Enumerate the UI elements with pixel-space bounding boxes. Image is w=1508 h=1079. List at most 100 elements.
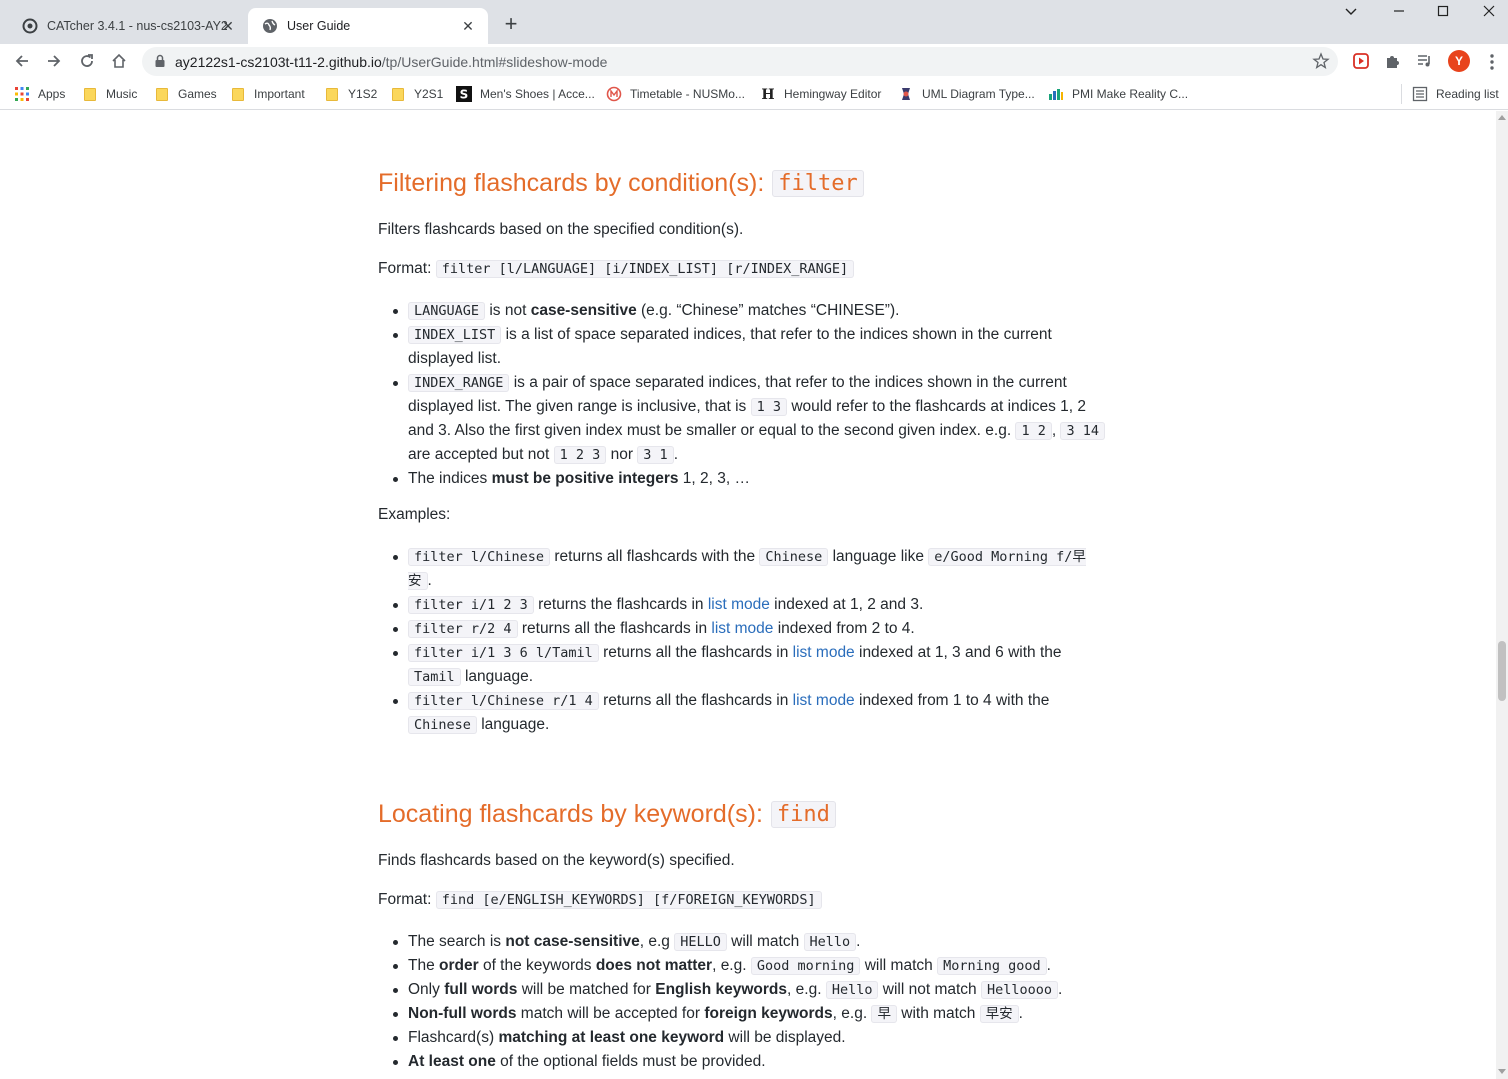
text: returns all flashcards with the [550,548,760,565]
list-item: The indices must be positive integers 1,… [378,467,1108,491]
folder-icon [390,86,406,102]
close-window-icon[interactable] [1474,4,1504,26]
nusmods-icon [606,86,622,102]
bookmarks-bar: Apps Music Games Important Y1S2 Y2S1 S M… [0,78,1508,110]
address-bar[interactable]: ay2122s1-cs2103t-t11-2.github.io/tp/User… [142,47,1338,76]
tab-title: User Guide [287,19,351,33]
media-queue-icon[interactable] [1414,50,1436,72]
text: with match [896,1005,980,1022]
back-arrow-icon[interactable] [10,49,34,73]
text: The [408,957,440,974]
page-scrollbar[interactable] [1496,111,1508,1079]
bookmark-star-icon[interactable] [1312,52,1330,70]
find-description: Finds flashcards based on the keyword(s)… [378,852,735,869]
lock-icon[interactable] [154,54,166,68]
text: are accepted but not [408,446,554,463]
text: indexed from 1 to 4 with the [854,692,1050,709]
scroll-up-arrow-icon[interactable] [1498,115,1506,120]
inline-code: Chinese [408,716,477,734]
list-item: INDEX_RANGE is a pair of space separated… [378,371,1108,467]
bookmark-hemingway[interactable]: H Hemingway Editor [760,84,881,104]
new-tab-button[interactable]: + [500,13,522,36]
reload-icon[interactable] [75,49,99,73]
tab-catcher[interactable]: CATcher 3.4.1 - nus-cs2103-AY21 ✕ [8,8,248,44]
maximize-icon[interactable] [1428,4,1458,26]
inline-code: 1 3 [750,398,788,416]
text: returns all the flashcards in [598,644,793,661]
text: , e.g. [832,1005,872,1022]
text: , e.g [639,933,675,950]
text: . [1058,981,1063,998]
bookmark-music[interactable]: Music [82,84,137,104]
text: will match [860,957,938,974]
minimize-icon[interactable] [1384,4,1414,26]
bookmark-apps[interactable]: Apps [14,84,65,104]
list-item: filter i/1 2 3 returns the flashcards in… [378,593,1108,617]
inline-code: Morning good [937,957,1047,975]
bookmark-uml[interactable]: UML Diagram Type... [898,84,1035,104]
inline-code: Good morning [750,957,861,975]
filter-description: Filters flashcards based on the specifie… [378,221,744,238]
bookmark-pmi[interactable]: PMI Make Reality C... [1048,84,1188,104]
heading-text: Locating flashcards by keyword(s): [378,800,763,828]
bookmark-label: Men's Shoes | Acce... [480,87,595,101]
bookmark-games[interactable]: Games [154,84,217,104]
kebab-menu-icon[interactable] [1484,52,1500,72]
close-tab-icon[interactable]: ✕ [460,18,476,34]
reading-list-icon [1412,86,1428,102]
url-host: ay2122s1-cs2103t-t11-2.github.io [175,54,382,70]
tab-search-chevron-icon[interactable] [1336,4,1366,26]
apps-grid-icon [14,86,30,102]
bookmark-timetable[interactable]: Timetable - NUSMo... [606,84,745,104]
inline-code: 1 2 3 [553,446,607,464]
list-item: filter i/1 3 6 l/Tamil returns all the f… [378,641,1108,689]
list-mode-link[interactable]: list mode [793,644,855,661]
find-format: Format: find [e/ENGLISH_KEYWORDS] [f/FOR… [378,891,822,909]
text: is a list of space separated indices, th… [408,326,1052,367]
format-code: find [e/ENGLISH_KEYWORDS] [f/FOREIGN_KEY… [435,891,822,909]
list-mode-link[interactable]: list mode [711,620,773,637]
inline-code: filter l/Chinese r/1 4 [408,692,599,710]
folder-icon [154,86,170,102]
scrollbar-thumb[interactable] [1498,641,1506,701]
text: . [427,572,432,589]
tab-user-guide[interactable]: User Guide ✕ [248,8,488,44]
bold-text: order [439,957,479,974]
list-item: filter r/2 4 returns all the flashcards … [378,617,1108,641]
text: indexed at 1, 3 and 6 with the [854,644,1062,661]
text: Flashcard(s) [408,1029,499,1046]
inline-code: filter i/1 3 6 l/Tamil [408,644,599,662]
list-mode-link[interactable]: list mode [793,692,855,709]
bookmark-mens-shoes[interactable]: S Men's Shoes | Acce... [456,84,595,104]
profile-avatar[interactable]: Y [1448,50,1470,72]
forward-arrow-icon[interactable] [42,49,66,73]
reading-list-button[interactable]: Reading list [1412,84,1499,104]
bookmark-important[interactable]: Important [230,84,305,104]
scroll-down-arrow-icon[interactable] [1498,1069,1506,1074]
filter-notes-list: LANGUAGE is not case-sensitive (e.g. “Ch… [378,299,1108,491]
inline-code: Helloooo [980,981,1058,999]
bookmark-label: PMI Make Reality C... [1072,87,1189,101]
bold-text: English keywords [655,981,788,998]
list-mode-link[interactable]: list mode [708,596,770,613]
inline-code: LANGUAGE [408,302,486,320]
inline-code: 早安 [979,1005,1019,1023]
text: . [1046,957,1051,974]
inline-code: 3 1 [637,446,674,464]
home-icon[interactable] [107,49,131,73]
bookmark-y2s1[interactable]: Y2S1 [390,84,443,104]
close-tab-icon[interactable]: ✕ [220,18,236,34]
bold-text: full words [444,981,518,998]
inline-code: filter l/Chinese [408,548,551,566]
svg-text:H: H [761,87,774,102]
bold-text: At least one [408,1053,496,1070]
heading-code: filter [772,170,864,197]
bold-text: foreign keywords [704,1005,833,1022]
inline-code: 3 14 [1060,422,1105,440]
bookmark-y1s2[interactable]: Y1S2 [324,84,377,104]
folder-icon [324,86,340,102]
extension-red-icon[interactable] [1350,50,1372,72]
extensions-puzzle-icon[interactable] [1382,50,1404,72]
inline-code: Hello [803,933,857,951]
browser-toolbar: ay2122s1-cs2103t-t11-2.github.io/tp/User… [0,44,1508,78]
